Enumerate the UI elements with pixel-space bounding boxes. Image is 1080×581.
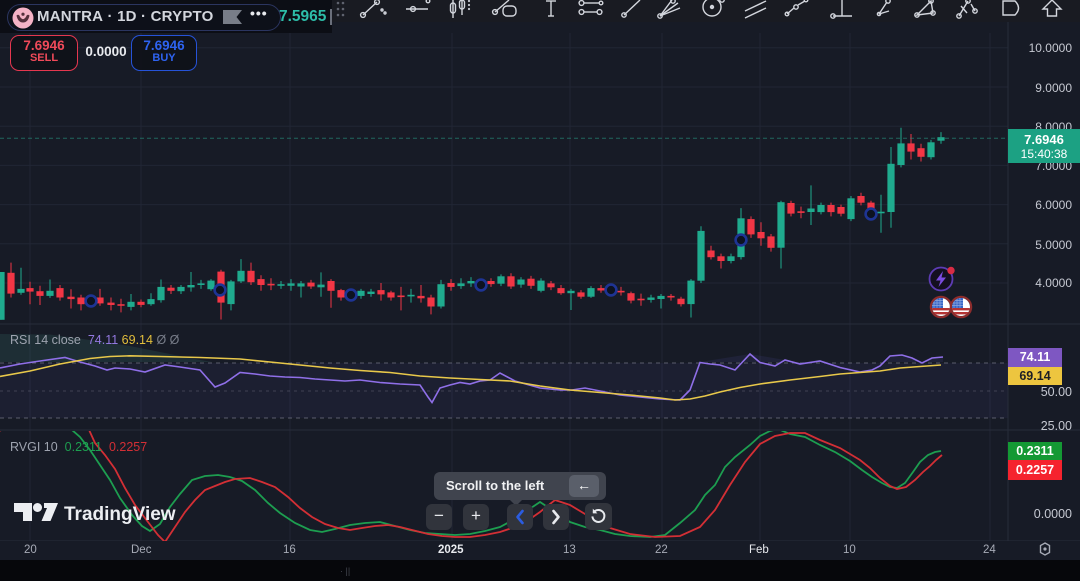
svg-text:TradingView: TradingView	[64, 504, 176, 525]
